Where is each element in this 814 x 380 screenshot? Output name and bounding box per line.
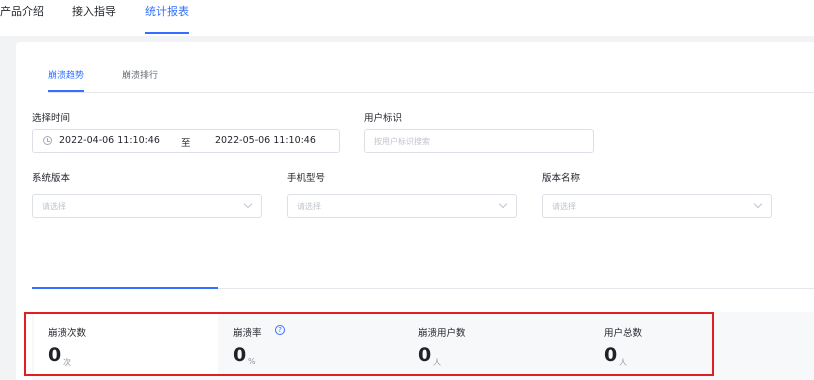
section-divider-active: [32, 287, 218, 289]
time-start-value[interactable]: 2022-04-06 11:10:46: [59, 135, 160, 146]
time-end-value[interactable]: 2022-05-06 11:10:46: [215, 135, 316, 146]
clock-icon: [43, 136, 52, 145]
os-version-placeholder: 请选择: [42, 202, 66, 211]
chevron-down-icon: [243, 199, 253, 209]
time-range-separator: 至: [181, 138, 191, 149]
subtab-crash-ranking[interactable]: 崩溃排行: [122, 68, 158, 90]
subtab-crash-trend[interactable]: 崩溃趋势: [48, 68, 85, 92]
subtab-divider: [48, 92, 814, 93]
chevron-down-icon: [753, 199, 763, 209]
user-id-search-input[interactable]: 按用户标识搜索: [364, 129, 594, 153]
tab-integration-guide[interactable]: 接入指导: [72, 0, 116, 32]
chevron-down-icon: [498, 199, 508, 209]
os-version-select[interactable]: 请选择: [32, 194, 262, 218]
os-version-label: 系统版本: [32, 173, 71, 184]
app-version-placeholder: 请选择: [552, 202, 576, 211]
user-id-label: 用户标识: [364, 113, 403, 124]
app-version-select[interactable]: 请选择: [542, 194, 772, 218]
tab-statistics-report[interactable]: 统计报表: [145, 0, 189, 34]
app-version-label: 版本名称: [542, 173, 581, 184]
highlight-box: [24, 312, 714, 376]
time-range-picker[interactable]: 2022-04-06 11:10:46 至 2022-05-06 11:10:4…: [32, 129, 340, 153]
phone-model-select[interactable]: 请选择: [287, 194, 517, 218]
tab-product-intro[interactable]: 产品介绍: [0, 0, 44, 32]
phone-model-placeholder: 请选择: [297, 202, 321, 211]
phone-model-label: 手机型号: [287, 173, 326, 184]
top-nav: 产品介绍 接入指导 统计报表: [0, 0, 814, 36]
time-filter-label: 选择时间: [32, 113, 71, 124]
user-id-placeholder: 按用户标识搜索: [374, 137, 430, 146]
